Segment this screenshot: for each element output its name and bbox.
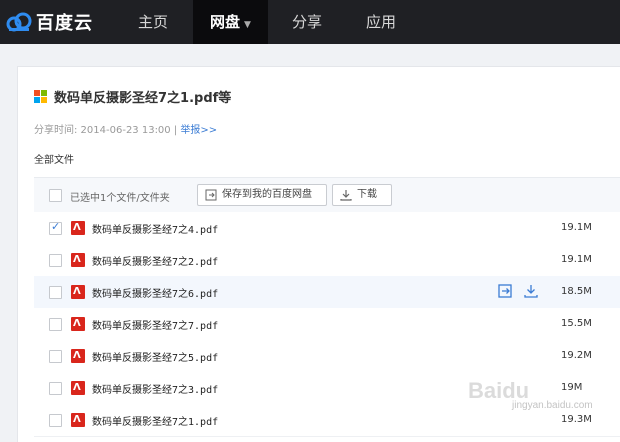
file-name[interactable]: 数码单反摄影圣经7之2.pdf bbox=[92, 253, 218, 268]
row-checkbox[interactable] bbox=[49, 414, 62, 427]
watermark-sub: jingyan.baidu.com bbox=[512, 400, 593, 411]
row-checkbox[interactable] bbox=[49, 350, 62, 363]
pdf-icon: Λ bbox=[71, 381, 85, 395]
file-name[interactable]: 数码单反摄影圣经7之5.pdf bbox=[92, 349, 218, 364]
row-actions bbox=[498, 284, 538, 298]
top-nav-bar: 百度云 主页 网盘 ▼ 分享 应用 bbox=[0, 0, 620, 44]
file-row[interactable]: Λ 数码单反摄影圣经7之6.pdf 18.5M bbox=[34, 276, 620, 309]
row-checkbox[interactable] bbox=[49, 318, 62, 331]
file-name[interactable]: 数码单反摄影圣经7之7.pdf bbox=[92, 317, 218, 332]
select-all-checkbox[interactable] bbox=[49, 189, 62, 202]
download-button[interactable]: 下载 bbox=[332, 184, 392, 206]
share-meta: 分享时间: 2014-06-23 13:00 | 举报>> bbox=[34, 121, 217, 136]
file-size: 15.5M bbox=[561, 318, 592, 329]
file-name[interactable]: 数码单反摄影圣经7之3.pdf bbox=[92, 381, 218, 396]
row-checkbox[interactable] bbox=[49, 220, 62, 235]
file-size: 19.2M bbox=[561, 350, 592, 361]
pdf-icon: Λ bbox=[71, 349, 85, 363]
download-button-label: 下载 bbox=[357, 189, 377, 200]
row-checkbox[interactable] bbox=[49, 254, 62, 267]
download-icon[interactable] bbox=[524, 284, 538, 298]
nav-apps[interactable]: 应用 bbox=[350, 0, 412, 44]
file-size: 19.1M bbox=[561, 254, 592, 265]
pdf-icon: Λ bbox=[71, 413, 85, 427]
save-icon bbox=[205, 189, 217, 201]
share-time: 分享时间: 2014-06-23 13:00 bbox=[34, 125, 171, 136]
pdf-icon: Λ bbox=[71, 221, 85, 235]
share-title: 数码单反摄影圣经7之1.pdf等 bbox=[54, 90, 232, 106]
nav-share[interactable]: 分享 bbox=[276, 0, 338, 44]
windows-file-icon bbox=[34, 89, 47, 103]
baidu-cloud-logo[interactable]: 百度云 bbox=[6, 8, 93, 36]
nav-home[interactable]: 主页 bbox=[122, 0, 184, 44]
meta-separator: | bbox=[173, 125, 178, 136]
row-checkbox[interactable] bbox=[49, 286, 62, 299]
pdf-icon: Λ bbox=[71, 253, 85, 267]
file-size: 19.1M bbox=[561, 222, 592, 233]
breadcrumb-all-files[interactable]: 全部文件 bbox=[34, 151, 74, 166]
brand-name: 百度云 bbox=[36, 13, 93, 34]
file-row[interactable]: Λ 数码单反摄影圣经7之7.pdf 15.5M bbox=[34, 308, 620, 341]
save-button-label: 保存到我的百度网盘 bbox=[222, 189, 312, 200]
download-icon bbox=[340, 190, 352, 201]
selection-count: 已选中1个文件/文件夹 bbox=[70, 193, 170, 204]
file-name[interactable]: 数码单反摄影圣经7之1.pdf bbox=[92, 413, 218, 428]
nav-netdisk[interactable]: 网盘 ▼ bbox=[193, 0, 268, 44]
row-checkbox[interactable] bbox=[49, 382, 62, 395]
file-size: 19.3M bbox=[561, 414, 592, 425]
report-link[interactable]: 举报>> bbox=[180, 125, 217, 136]
file-row[interactable]: Λ 数码单反摄影圣经7之5.pdf 19.2M bbox=[34, 340, 620, 373]
file-row[interactable]: Λ 数码单反摄影圣经7之4.pdf 19.1M bbox=[34, 212, 620, 245]
chevron-down-icon: ▼ bbox=[244, 20, 251, 30]
file-name[interactable]: 数码单反摄影圣经7之4.pdf bbox=[92, 221, 218, 236]
file-size: 18.5M bbox=[561, 286, 592, 297]
pdf-icon: Λ bbox=[71, 285, 85, 299]
file-row[interactable]: Λ 数码单反摄影圣经7之2.pdf 19.1M bbox=[34, 244, 620, 277]
file-toolbar: 已选中1个文件/文件夹 保存到我的百度网盘 下载 bbox=[34, 177, 620, 213]
share-header: 数码单反摄影圣经7之1.pdf等 bbox=[34, 86, 231, 106]
cloud-logo-icon bbox=[6, 12, 32, 32]
nav-netdisk-label: 网盘 bbox=[210, 13, 241, 31]
save-to-netdisk-button[interactable]: 保存到我的百度网盘 bbox=[197, 184, 327, 206]
baidu-jingyan-watermark: Baidu jingyan.baidu.com bbox=[468, 378, 593, 411]
pdf-icon: Λ bbox=[71, 317, 85, 331]
save-icon[interactable] bbox=[498, 284, 512, 298]
file-name[interactable]: 数码单反摄影圣经7之6.pdf bbox=[92, 285, 218, 300]
